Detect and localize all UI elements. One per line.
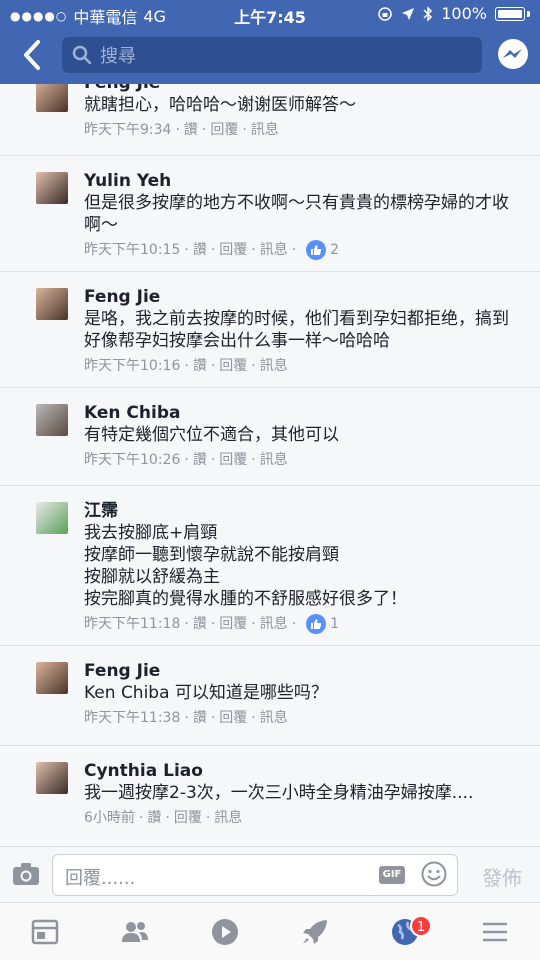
like-link[interactable]: 讚 (193, 450, 207, 470)
comment-meta: 昨天下午10:26 · 讚 · 回覆 · 訊息 (84, 450, 288, 470)
comment-text-line: 按腳就以舒緩為主 (84, 567, 220, 587)
comment-list[interactable]: Feng Jie 就瞎担心，哈哈哈～谢谢医师解答～ 昨天下午9:34· 讚· 回… (0, 84, 540, 846)
comment-author[interactable]: Ken Chiba (84, 402, 520, 424)
message-link[interactable]: 訊息 (251, 120, 279, 140)
avatar[interactable] (36, 84, 68, 112)
menu-icon[interactable] (480, 917, 510, 947)
battery-tip (527, 10, 530, 17)
comment-author[interactable]: Yulin Yeh (84, 170, 520, 192)
comment-text-line: 按完腳真的覺得水腫的不舒服感好很多了！ (84, 589, 407, 609)
notification-badge: 1 (410, 915, 432, 937)
avatar[interactable] (36, 172, 68, 204)
comment-time: 6小時前 (84, 810, 135, 826)
message-link[interactable]: 訊息 (260, 240, 288, 260)
comment-text: 有特定幾個穴位不適合，其他可以 (84, 425, 339, 445)
bluetooth-icon (423, 5, 433, 22)
reply-link[interactable]: 回覆 (210, 120, 238, 140)
comment-item: 江霈 我去按腳底+肩頸 按摩師一聽到懷孕就說不能按肩頸 按腳就以舒緩為主 按完腳… (0, 486, 540, 646)
lock-rotation-icon (378, 6, 392, 21)
camera-icon[interactable] (12, 862, 40, 886)
comment-time: 昨天下午11:38 (84, 710, 181, 726)
reply-link[interactable]: 回覆 (219, 356, 247, 376)
comment-author[interactable]: 江霈 (84, 500, 520, 522)
reply-link[interactable]: 回覆 (219, 240, 247, 260)
tab-bar: 1 (0, 902, 540, 960)
gif-button[interactable]: GIF (379, 866, 405, 884)
comment-item: Feng Jie 是咯，我之前去按摩的时候，他们看到孕妇都拒绝，搞到好像帮孕妇按… (0, 272, 540, 388)
reply-placeholder: 回覆...... (65, 868, 136, 889)
comment-item: Ken Chiba 有特定幾個穴位不適合，其他可以 昨天下午10:26 · 讚 · … (0, 388, 540, 486)
comment-text-line: 按摩師一聽到懷孕就說不能按肩頸 (84, 545, 339, 565)
like-link[interactable]: 讚 (193, 614, 207, 634)
comment-time: 昨天下午11:18 (84, 616, 181, 632)
comment-item: Feng Jie 就瞎担心，哈哈哈～谢谢医师解答～ 昨天下午9:34· 讚· 回… (0, 84, 540, 156)
battery-percent: 100% (441, 4, 487, 23)
header: ●●●●○ 中華電信 4G 上午7:45 100% 搜尋 (0, 0, 540, 84)
like-link[interactable]: 讚 (147, 808, 161, 828)
comment-time: 昨天下午10:15 (84, 242, 181, 258)
reply-link[interactable]: 回覆 (219, 614, 247, 634)
message-link[interactable]: 訊息 (260, 356, 288, 376)
post-button[interactable]: 發佈 (482, 862, 522, 891)
rocket-icon[interactable] (300, 917, 330, 947)
comment-item: Yulin Yeh 但是很多按摩的地方不收啊～只有貴貴的標榜孕婦的才收啊～ 昨天… (0, 156, 540, 272)
avatar[interactable] (36, 404, 68, 436)
comment-meta: 昨天下午9:34 · 讚 · 回覆 · 訊息 (84, 120, 279, 140)
search-icon (72, 45, 92, 65)
avatar[interactable] (36, 662, 68, 694)
comment-author[interactable]: Cynthia Liao (84, 760, 520, 782)
comment-meta: 昨天下午10:16 · 讚 · 回覆 · 訊息 (84, 356, 288, 376)
like-count[interactable]: 2 (330, 240, 339, 260)
comment-author[interactable]: Feng Jie (84, 286, 520, 308)
message-link[interactable]: 訊息 (260, 614, 288, 634)
like-link[interactable]: 讚 (193, 240, 207, 260)
comment-author[interactable]: Feng Jie (84, 84, 520, 94)
comment-meta: 昨天下午11:18 · 讚 · 回覆 · 訊息 · 1 (84, 614, 340, 634)
comment-text: 是咯，我之前去按摩的时候，他们看到孕妇都拒绝，搞到好像帮孕妇按摩会出什么事一样～… (84, 309, 509, 351)
message-link[interactable]: 訊息 (260, 708, 288, 728)
status-bar: ●●●●○ 中華電信 4G 上午7:45 100% (0, 0, 540, 28)
comment-text-line: 我去按腳底+肩頸 (84, 523, 218, 543)
comment-text: 但是很多按摩的地方不收啊～只有貴貴的標榜孕婦的才收啊～ (84, 193, 509, 235)
news-feed-icon[interactable] (30, 917, 60, 947)
back-arrow-icon[interactable] (18, 38, 48, 72)
like-count[interactable]: 1 (330, 614, 339, 634)
comment-text: 我一週按摩2-3次，一次三小時全身精油孕婦按摩.... (84, 783, 474, 803)
like-link[interactable]: 讚 (184, 120, 198, 140)
comment-meta: 昨天下午10:15 · 讚 · 回覆 · 訊息 · 2 (84, 240, 340, 260)
comment-time: 昨天下午10:16 (84, 358, 181, 374)
comment-time: 昨天下午9:34 (84, 122, 172, 138)
comment-item: Cynthia Liao 我一週按摩2-3次，一次三小時全身精油孕婦按摩....… (0, 746, 540, 846)
like-link[interactable]: 讚 (193, 708, 207, 728)
message-link[interactable]: 訊息 (260, 450, 288, 470)
battery-icon (495, 6, 525, 21)
comment-text: 就瞎担心，哈哈哈～谢谢医师解答～ (84, 95, 356, 115)
comment-time: 昨天下午10:26 (84, 452, 181, 468)
video-icon[interactable] (210, 917, 240, 947)
thumbs-up-icon (306, 614, 327, 634)
comment-meta: 昨天下午11:38 · 讚 · 回覆 · 訊息 (84, 708, 288, 728)
thumbs-up-icon (306, 240, 327, 260)
location-icon (402, 7, 415, 20)
comment-author[interactable]: Feng Jie (84, 660, 520, 682)
avatar[interactable] (36, 762, 68, 794)
like-link[interactable]: 讚 (193, 356, 207, 376)
reply-link[interactable]: 回覆 (219, 708, 247, 728)
message-link[interactable]: 訊息 (214, 808, 242, 828)
avatar[interactable] (36, 288, 68, 320)
comment-meta: 6小時前 · 讚 · 回覆 · 訊息 (84, 808, 243, 828)
reply-link[interactable]: 回覆 (219, 450, 247, 470)
messenger-icon[interactable] (496, 38, 530, 72)
reply-input[interactable]: 回覆...... GIF (52, 854, 458, 896)
comment-text: Ken Chiba 可以知道是哪些吗？ (84, 683, 328, 703)
search-input[interactable]: 搜尋 (62, 37, 482, 73)
friends-icon[interactable] (120, 917, 150, 947)
reply-link[interactable]: 回覆 (174, 808, 202, 828)
search-placeholder: 搜尋 (100, 46, 136, 67)
reply-bar: 回覆...... GIF 發佈 (0, 846, 540, 902)
smiley-icon[interactable] (421, 861, 447, 887)
avatar[interactable] (36, 502, 68, 534)
comment-item: Feng Jie Ken Chiba 可以知道是哪些吗？ 昨天下午11:38 · … (0, 646, 540, 746)
